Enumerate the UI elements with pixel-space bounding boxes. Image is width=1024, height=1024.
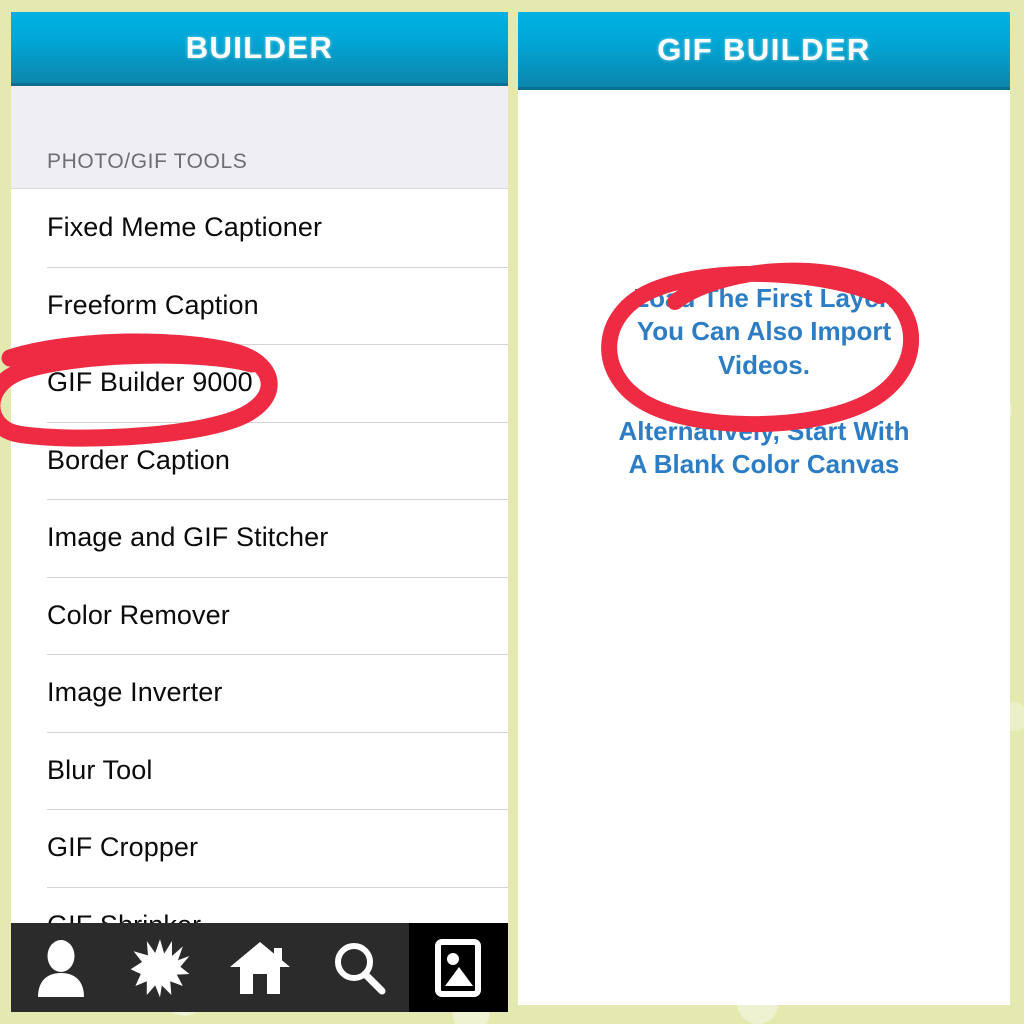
hint-secondary-line-2: A Blank Color Canvas (628, 449, 900, 480)
section-header-label: PHOTO/GIF TOOLS (47, 150, 248, 173)
page-title: BUILDER (185, 29, 334, 65)
list-item-image-inverter[interactable]: Image Inverter (11, 654, 508, 732)
tool-label: Blur Tool (47, 754, 153, 785)
tool-label: Image and GIF Stitcher (47, 522, 329, 553)
list-item-fixed-meme-captioner[interactable]: Fixed Meme Captioner (11, 189, 508, 267)
hint-primary-line-1: Load The First Layer. (633, 283, 895, 313)
tab-home[interactable] (210, 923, 309, 1012)
tab-search[interactable] (309, 923, 408, 1012)
list-item-gif-builder-9000[interactable]: GIF Builder 9000 (11, 344, 508, 422)
list-item-image-and-gif-stitcher[interactable]: Image and GIF Stitcher (11, 499, 508, 577)
bottom-tab-bar (11, 923, 509, 1012)
hint-primary-line-2: You Can Also Import (636, 316, 892, 347)
gif-builder-body: Load The First Layer. You Can Also Impor… (518, 90, 1010, 1005)
builder-nav-header: BUILDER (11, 12, 508, 86)
starburst-icon (130, 938, 190, 998)
tool-label: Border Caption (47, 444, 231, 475)
gif-builder-nav-header: GIF BUILDER (518, 12, 1010, 90)
tool-label: GIF Cropper (47, 832, 199, 863)
section-header-photo-gif-tools: PHOTO/GIF TOOLS (11, 86, 508, 189)
list-item-blur-tool[interactable]: Blur Tool (11, 731, 508, 809)
hint-secondary: Alternatively, Start With A Blank Color … (518, 415, 1010, 482)
tool-list: Fixed Meme Captioner Freeform Caption GI… (11, 189, 508, 964)
tab-featured[interactable] (110, 923, 209, 1012)
page-title: GIF BUILDER (657, 31, 871, 67)
home-icon (229, 940, 291, 996)
gif-builder-panel: GIF BUILDER Load The First Layer. You Ca… (518, 12, 1010, 1005)
builder-panel: BUILDER PHOTO/GIF TOOLS Fixed Meme Capti… (11, 12, 508, 1012)
list-item-border-caption[interactable]: Border Caption (11, 421, 508, 499)
list-item-gif-cropper[interactable]: GIF Cropper (11, 809, 508, 887)
tool-label: GIF Builder 9000 (47, 367, 253, 398)
list-item-freeform-caption[interactable]: Freeform Caption (11, 266, 508, 344)
list-item-color-remover[interactable]: Color Remover (11, 576, 508, 654)
hint-secondary-line-1: Alternatively, Start With (618, 416, 910, 446)
hint-primary-line-3: Videos. (717, 349, 810, 380)
search-icon (331, 940, 387, 996)
hint-primary: Load The First Layer. You Can Also Impor… (518, 282, 1010, 382)
photo-icon (435, 938, 482, 997)
tool-label: Fixed Meme Captioner (47, 212, 323, 243)
tool-label: Image Inverter (47, 677, 223, 708)
tab-profile[interactable] (11, 923, 110, 1012)
tool-label: Color Remover (47, 599, 230, 630)
tool-label: Freeform Caption (47, 289, 259, 320)
person-icon (34, 939, 88, 997)
tab-photos[interactable] (408, 923, 509, 1012)
